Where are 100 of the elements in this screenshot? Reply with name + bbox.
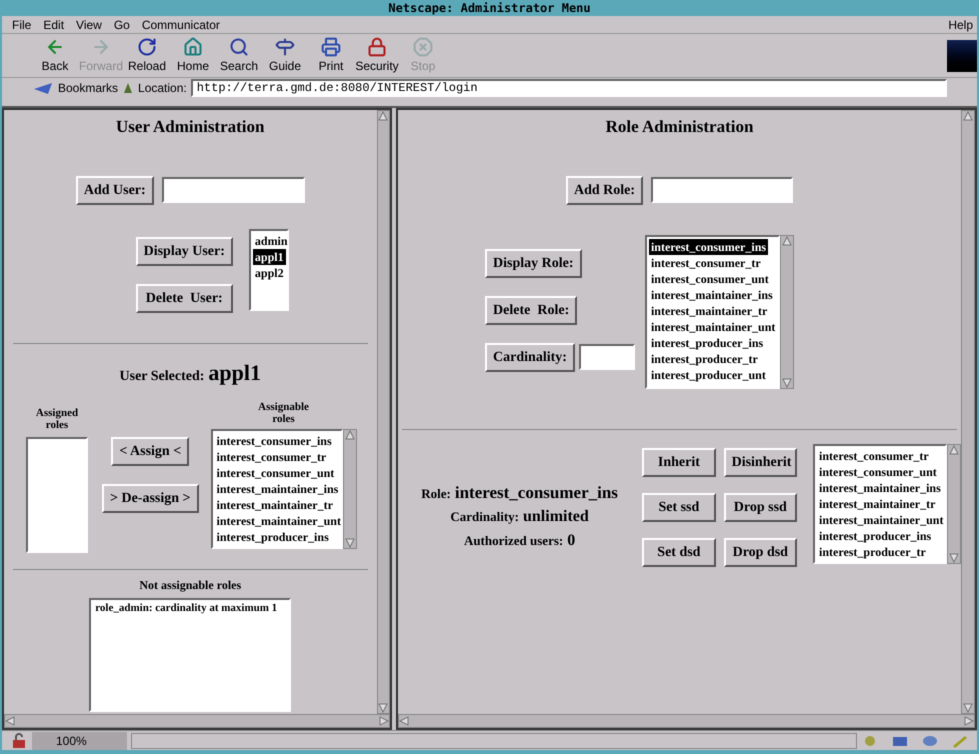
column-heading: Assigned roles bbox=[34, 406, 80, 430]
list-item[interactable]: interest_consumer_tr bbox=[214, 448, 328, 464]
scroll-down-icon[interactable] bbox=[344, 538, 355, 548]
role-action-button[interactable]: Set dsd bbox=[642, 538, 716, 566]
menu-item[interactable]: File bbox=[6, 16, 38, 34]
lock-icon bbox=[367, 36, 387, 56]
list-item[interactable]: interest_maintainer_ins bbox=[214, 480, 340, 496]
list-item[interactable]: interest_producer_ins bbox=[648, 334, 766, 350]
toolbar-button[interactable]: Guide bbox=[262, 36, 308, 74]
column-heading: Assignable roles bbox=[257, 400, 310, 424]
list-item[interactable]: interest_consumer_unt bbox=[648, 270, 771, 286]
signpost-icon bbox=[275, 36, 295, 56]
authorized-users-value: 0 bbox=[567, 531, 576, 551]
printer-icon bbox=[321, 36, 341, 56]
toolbar-button[interactable]: Print bbox=[308, 36, 354, 74]
scroll-up-icon[interactable] bbox=[378, 111, 388, 121]
list-item[interactable]: interest_maintainer_ins bbox=[817, 480, 943, 496]
toolbar-button[interactable]: Security bbox=[354, 36, 400, 74]
scrollbar[interactable] bbox=[780, 234, 794, 388]
list-item[interactable]: interest_producer_tr bbox=[817, 544, 928, 560]
role-value: interest_consumer_ins bbox=[454, 482, 618, 504]
role-action-button[interactable]: Inherit bbox=[642, 448, 716, 476]
list-item[interactable]: interest_consumer_unt bbox=[817, 464, 939, 480]
authorized-users-label: Authorized users: bbox=[464, 532, 564, 550]
scroll-right-icon[interactable] bbox=[379, 716, 389, 726]
url-field[interactable]: http://terra.gmd.de:8080/INTEREST/login bbox=[190, 79, 947, 97]
role-action-button[interactable]: Set ssd bbox=[642, 492, 716, 522]
toolbar-button[interactable]: Home bbox=[170, 36, 216, 74]
list-item[interactable]: interest_maintainer_ins bbox=[648, 286, 775, 302]
list-item[interactable]: interest_consumer_ins bbox=[648, 238, 768, 254]
list-item[interactable]: interest_producer_ins bbox=[214, 528, 331, 544]
scrollbar[interactable] bbox=[4, 714, 390, 728]
list-item[interactable]: interest_consumer_tr bbox=[648, 254, 763, 270]
cardinality-field[interactable] bbox=[578, 344, 635, 370]
list-item[interactable]: interest_producer_ins bbox=[817, 528, 934, 544]
toolbar-button[interactable]: Back bbox=[32, 36, 78, 74]
scroll-left-icon[interactable] bbox=[399, 716, 409, 726]
scroll-right-icon[interactable] bbox=[964, 716, 974, 726]
menu-item[interactable]: Help bbox=[948, 16, 973, 34]
list-item[interactable]: interest_maintainer_tr bbox=[214, 496, 335, 512]
scroll-up-icon[interactable] bbox=[782, 236, 792, 246]
list-item[interactable]: admin bbox=[252, 232, 290, 248]
list-item[interactable]: appl2 bbox=[252, 264, 286, 280]
list-item[interactable]: interest_maintainer_tr bbox=[648, 302, 770, 318]
menu-item[interactable]: View bbox=[70, 16, 108, 34]
menu-item[interactable]: Go bbox=[108, 16, 136, 34]
delete-role-button[interactable]: Delete Role: bbox=[485, 296, 578, 324]
logo-icon bbox=[947, 40, 977, 72]
add-user-button[interactable]: Add User: bbox=[76, 176, 154, 204]
toolbar-button[interactable]: Reload bbox=[124, 36, 170, 74]
list-item[interactable]: interest_maintainer_unt bbox=[648, 318, 778, 334]
location-label: Location: bbox=[138, 80, 187, 97]
list-item[interactable]: interest_producer_tr bbox=[648, 350, 760, 366]
list-item[interactable]: interest_consumer_ins bbox=[214, 432, 334, 448]
list-item[interactable]: interest_maintainer_unt bbox=[214, 512, 343, 528]
list-item[interactable]: interest_consumer_tr bbox=[817, 448, 931, 464]
reload-icon bbox=[137, 36, 157, 56]
section-title: User Administration bbox=[116, 116, 264, 138]
scroll-left-icon[interactable] bbox=[5, 716, 15, 726]
add-role-button[interactable]: Add Role: bbox=[566, 176, 644, 204]
delete-user-button[interactable]: Delete User: bbox=[136, 284, 233, 312]
menu-item[interactable]: Edit bbox=[37, 16, 70, 34]
role-name-field[interactable] bbox=[651, 177, 794, 203]
display-user-button[interactable]: Display User: bbox=[136, 236, 233, 266]
list-item[interactable]: interest_maintainer_unt bbox=[817, 512, 946, 528]
scroll-up-icon[interactable] bbox=[949, 444, 959, 454]
role-action-button[interactable]: Drop dsd bbox=[724, 538, 797, 566]
menu-item[interactable]: Communicator bbox=[136, 16, 226, 34]
cardinality-button[interactable]: Cardinality: bbox=[485, 342, 575, 372]
scrollbar[interactable] bbox=[398, 714, 975, 728]
toolbar-button[interactable]: Search bbox=[216, 36, 262, 74]
scrollbar[interactable] bbox=[376, 110, 390, 714]
list-item: role_admin: cardinality at maximum 1 bbox=[95, 600, 278, 616]
scrollbar[interactable] bbox=[947, 444, 961, 564]
deassign-button[interactable]: > De-assign > bbox=[102, 484, 199, 512]
selected-user-label: User Selected: bbox=[120, 368, 204, 386]
role-label: Role: bbox=[421, 484, 451, 502]
list-item[interactable]: appl1 bbox=[252, 248, 286, 264]
role-action-button[interactable]: Disinherit bbox=[724, 448, 797, 476]
home-icon bbox=[183, 36, 203, 56]
section-title: Role Administration bbox=[606, 116, 754, 138]
scroll-down-icon[interactable] bbox=[782, 378, 792, 388]
column-heading: Not assignable roles bbox=[139, 576, 242, 594]
scroll-down-icon[interactable] bbox=[949, 552, 959, 562]
bookmark-icon bbox=[32, 81, 54, 95]
list-item[interactable]: interest_producer_unt bbox=[648, 366, 768, 382]
user-name-field[interactable] bbox=[162, 177, 305, 203]
selected-user-value: appl1 bbox=[208, 358, 261, 387]
list-item[interactable]: interest_maintainer_tr bbox=[817, 496, 938, 512]
assign-button[interactable]: < Assign < bbox=[111, 436, 190, 466]
list-item[interactable]: interest_consumer_unt bbox=[214, 464, 336, 480]
scrollbar[interactable] bbox=[961, 110, 975, 714]
scroll-up-icon[interactable] bbox=[344, 430, 355, 440]
display-role-button[interactable]: Display Role: bbox=[485, 248, 582, 278]
role-action-button[interactable]: Drop ssd bbox=[724, 492, 797, 522]
scrollbar[interactable] bbox=[342, 428, 357, 548]
cardinality-label: Cardinality: bbox=[450, 508, 519, 526]
bookmarks-button[interactable]: Bookmarks bbox=[58, 79, 118, 97]
lock-icon bbox=[10, 732, 28, 748]
scroll-up-icon[interactable] bbox=[963, 111, 973, 121]
